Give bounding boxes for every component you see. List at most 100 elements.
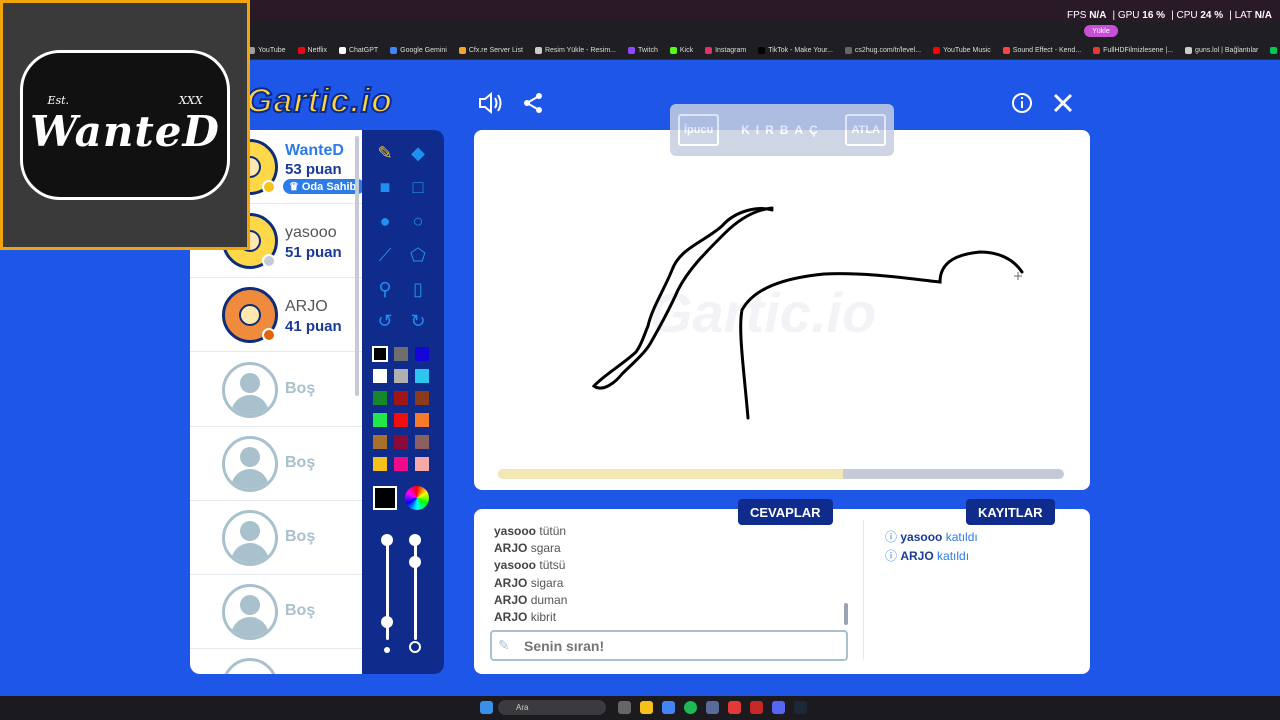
palette-swatch[interactable] — [372, 456, 388, 472]
sound-icon[interactable] — [478, 90, 504, 116]
tab-answers[interactable]: CEVAPLAR — [738, 499, 833, 525]
opacity-slider[interactable] — [414, 540, 417, 640]
skip-button[interactable]: ATLA — [845, 114, 886, 146]
size-slider-knob[interactable] — [381, 616, 393, 628]
opacity-slider-top-knob[interactable] — [409, 534, 421, 546]
app-icon[interactable] — [706, 701, 719, 714]
palette-swatch[interactable] — [372, 390, 388, 406]
room-owner-badge: ♛ Oda Sahibi — [283, 179, 362, 194]
filled-rect-tool[interactable]: ■ — [370, 172, 400, 202]
hint-panel: İpucu KIRBAÇ ATLA — [670, 104, 894, 156]
palette-swatch[interactable] — [393, 368, 409, 384]
bookmark-favicon-icon — [758, 47, 766, 54]
palette-swatch[interactable] — [414, 412, 430, 428]
bookmark-favicon-icon — [628, 47, 635, 54]
palette-swatch[interactable] — [372, 368, 388, 384]
selected-color[interactable] — [373, 486, 397, 510]
download-button[interactable]: Yükle — [1084, 25, 1118, 37]
bookmark-item[interactable]: cs2hug.com/tr/level... — [844, 47, 921, 54]
fill-bucket-tool[interactable]: ◆ — [403, 138, 433, 168]
player-row[interactable]: ARJO 41 puan — [190, 278, 362, 352]
bookmark-item[interactable]: Cfx.re Server List — [458, 47, 523, 54]
bookmark-item[interactable]: guns.lol | Bağlantılar — [1185, 47, 1258, 54]
windows-start-icon[interactable] — [480, 701, 493, 714]
answers-scrollbar[interactable] — [844, 603, 848, 625]
bookmark-item[interactable]: YouTube Music — [933, 47, 991, 54]
rect-outline-tool[interactable]: □ — [403, 172, 433, 202]
info-icon[interactable] — [1009, 90, 1035, 116]
player-list-scrollbar[interactable] — [355, 136, 359, 396]
bookmark-item[interactable]: Twitch — [628, 47, 658, 54]
bookmark-item[interactable]: Instagram — [705, 47, 746, 54]
empty-slot-label: Boş — [285, 528, 316, 545]
palette-swatch[interactable] — [414, 390, 430, 406]
bookmark-label: Sound Effect - Kend... — [1012, 47, 1082, 54]
color-wheel-icon[interactable] — [405, 486, 429, 510]
new-page-icon[interactable]: ▯ — [403, 274, 433, 304]
bookmark-item[interactable]: YouTube — [248, 47, 286, 54]
palette-swatch[interactable] — [414, 456, 430, 472]
size-slider-top-knob[interactable] — [381, 534, 393, 546]
share-icon[interactable] — [520, 90, 546, 116]
steam-icon[interactable] — [794, 701, 807, 714]
palette-swatch[interactable] — [372, 346, 388, 362]
bookmark-item[interactable]: Kick — [669, 47, 693, 54]
circle-outline-tool[interactable]: ○ — [403, 206, 433, 236]
avatar-body — [231, 395, 269, 415]
player-name: yasooo — [285, 224, 337, 241]
palette-swatch[interactable] — [393, 456, 409, 472]
palette-swatch[interactable] — [372, 434, 388, 450]
hint-button[interactable]: İpucu — [678, 114, 720, 146]
pencil-tool[interactable]: ✎ — [370, 138, 400, 168]
drawing-canvas[interactable]: Gartic.io — [474, 130, 1090, 490]
guess-input[interactable] — [490, 630, 848, 661]
redo-icon[interactable]: ↻ — [403, 306, 433, 336]
bookmark-item[interactable]: Sound Effect - Kend... — [1002, 47, 1082, 54]
bookmark-item[interactable]: Netflix — [297, 47, 327, 54]
palette-swatch[interactable] — [393, 434, 409, 450]
performance-overlay: FPS N/A | GPU 16 % | CPU 24 % | LAT N/A — [1066, 10, 1272, 21]
answer-item: ARJO sgara — [494, 541, 561, 555]
line-tool[interactable]: ⟋ — [370, 240, 400, 270]
player-drawing — [591, 206, 1024, 420]
palette-swatch[interactable] — [393, 390, 409, 406]
spotify-icon[interactable] — [684, 701, 697, 714]
bookmark-item[interactable]: Resim Yükle - Resim... — [534, 47, 616, 54]
answer-user: ARJO — [494, 541, 528, 556]
player-name: ARJO — [285, 298, 328, 315]
filled-circle-tool[interactable]: ● — [370, 206, 400, 236]
app-icon-2[interactable] — [728, 701, 741, 714]
eraser-tool[interactable]: ⬠ — [403, 240, 433, 270]
palette-swatch[interactable] — [414, 368, 430, 384]
undo-icon[interactable]: ↺ — [370, 306, 400, 336]
bookmark-item[interactable]: Google Gemini — [390, 47, 447, 54]
bookmark-item[interactable]: FullHDFilmizlesene |... — [1093, 47, 1173, 54]
palette-swatch[interactable] — [414, 346, 430, 362]
chrome-icon[interactable] — [662, 701, 675, 714]
round-timer-bar — [498, 469, 1064, 479]
palette-swatch[interactable] — [414, 434, 430, 450]
empty-slot: Boş — [190, 575, 362, 649]
palette-swatch[interactable] — [393, 346, 409, 362]
bookmark-label: TikTok - Make Your... — [768, 47, 833, 54]
opacity-slider-knob[interactable] — [409, 556, 421, 568]
app-icon-3[interactable] — [750, 701, 763, 714]
tab-logs[interactable]: KAYITLAR — [966, 499, 1055, 525]
file-explorer-icon[interactable] — [640, 701, 653, 714]
pencil-icon: ✎ — [498, 637, 510, 653]
close-icon[interactable] — [1050, 90, 1076, 116]
taskbar-search[interactable]: Ara — [498, 700, 606, 715]
palette-swatch[interactable] — [393, 412, 409, 428]
info-icon: ⓘ — [885, 530, 901, 544]
gartic-logo[interactable]: Gartic.io — [245, 81, 393, 121]
bookmark-item[interactable]: ChatGPT — [338, 47, 378, 54]
bookmark-item[interactable]: TikTok - Make Your... — [758, 47, 833, 54]
palette-swatch[interactable] — [372, 412, 388, 428]
eyedropper-tool[interactable]: ⚲ — [370, 274, 400, 304]
answer-item: ARJO duman — [494, 593, 567, 607]
discord-icon[interactable] — [772, 701, 785, 714]
task-view-icon[interactable] — [618, 701, 631, 714]
bookmark-item[interactable]: Vestra | Blaine Coun... — [1270, 47, 1280, 54]
empty-avatar-icon — [222, 658, 278, 674]
bookmark-favicon-icon — [338, 47, 346, 54]
